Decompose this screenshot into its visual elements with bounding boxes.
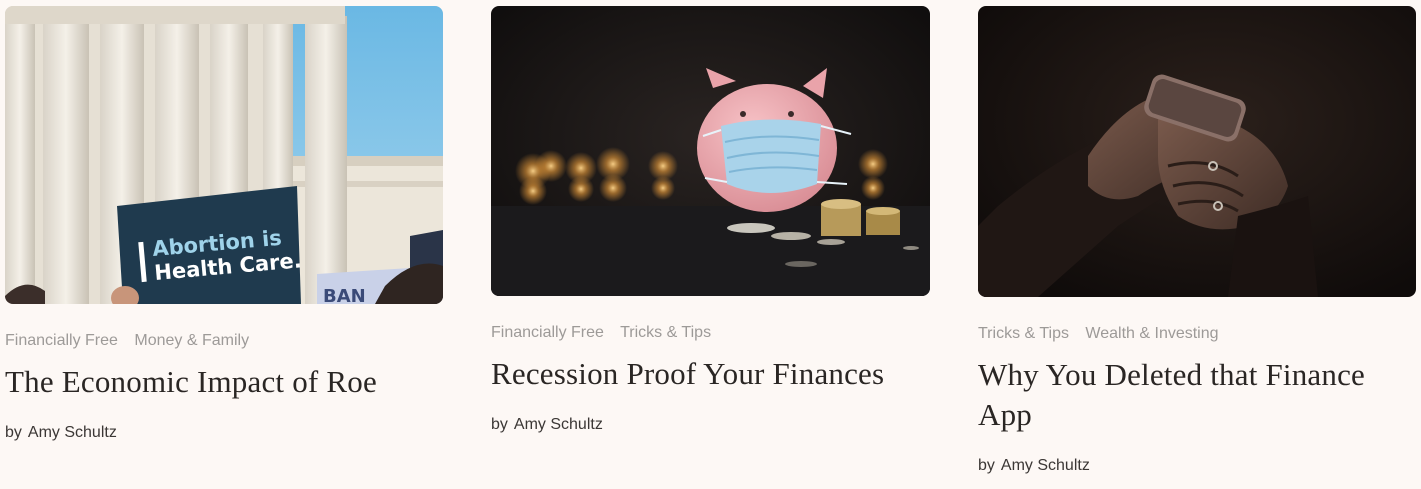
byline-prefix: by [978, 457, 995, 474]
article-thumbnail-roe[interactable]: Abortion is Health Care. BAN [5, 6, 443, 304]
byline-prefix: by [5, 424, 22, 441]
sign2-text: BAN [323, 286, 366, 304]
article-tags: Financially Free Money & Family [5, 332, 444, 350]
protest-sign: Abortion is Health Care. [117, 186, 303, 304]
article-card: Abortion is Health Care. BAN Financially… [5, 6, 444, 442]
article-title[interactable]: Why You Deleted that Finance App [978, 355, 1417, 435]
tag-link[interactable]: Financially Free [5, 332, 118, 349]
article-tags: Financially Free Tricks & Tips [491, 324, 930, 342]
article-card: Tricks & Tips Wealth & Investing Why You… [978, 6, 1417, 475]
article-title[interactable]: The Economic Impact of Roe [5, 362, 444, 402]
author-link[interactable]: Amy Schultz [514, 416, 603, 433]
piggy-bank-image [491, 6, 930, 296]
tag-link[interactable]: Tricks & Tips [978, 325, 1069, 342]
article-grid: Abortion is Health Care. BAN Financially… [0, 0, 1421, 489]
byline-prefix: by [491, 416, 508, 433]
tag-link[interactable]: Money & Family [134, 332, 249, 349]
article-tags: Tricks & Tips Wealth & Investing [978, 325, 1417, 343]
tag-link[interactable]: Financially Free [491, 324, 604, 341]
article-byline: by Amy Schultz [5, 424, 444, 442]
article-title[interactable]: Recession Proof Your Finances [491, 354, 930, 394]
article-byline: by Amy Schultz [978, 457, 1417, 475]
article-byline: by Amy Schultz [491, 416, 930, 434]
phone-hands-image [978, 6, 1416, 297]
article-thumbnail-recession[interactable] [491, 6, 930, 296]
protest-image: Abortion is Health Care. BAN [5, 6, 443, 304]
author-link[interactable]: Amy Schultz [1001, 457, 1090, 474]
article-thumbnail-finance-app[interactable] [978, 6, 1416, 297]
tag-link[interactable]: Tricks & Tips [620, 324, 711, 341]
article-card: Financially Free Tricks & Tips Recession… [491, 6, 930, 434]
tag-link[interactable]: Wealth & Investing [1085, 325, 1218, 342]
author-link[interactable]: Amy Schultz [28, 424, 117, 441]
